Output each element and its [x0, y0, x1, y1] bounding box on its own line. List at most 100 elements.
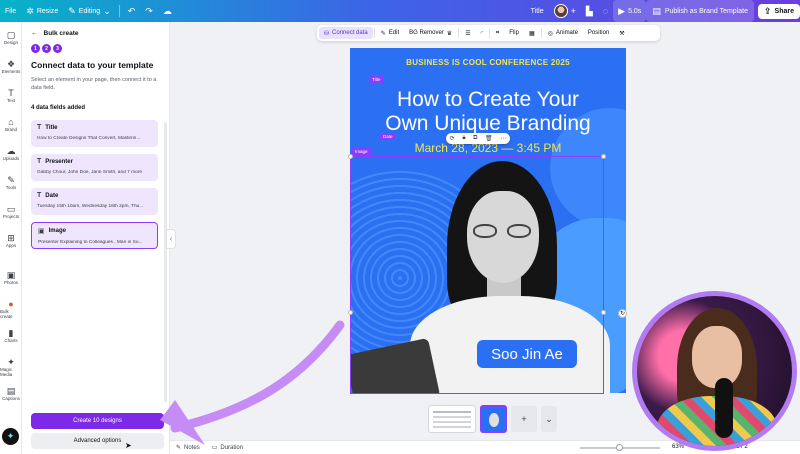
resize-handle[interactable]	[601, 154, 606, 159]
present-button[interactable]: ▶ 5.0s	[613, 0, 647, 22]
rail-item-uploads[interactable]: ☁ Uploads	[0, 146, 22, 161]
timer-icon: ▭	[211, 445, 218, 451]
resize-button[interactable]: ✲ Resize	[21, 0, 63, 22]
data-field-title[interactable]: T Title How to Create Designs That Conver…	[31, 120, 158, 147]
position-button[interactable]: Position	[583, 27, 614, 39]
refresh-icon[interactable]: ⟳	[450, 135, 455, 142]
publish-brand-template-button[interactable]: ▤ Publish as Brand Template	[646, 0, 754, 22]
edit-button[interactable]: ✎ Edit	[376, 27, 404, 39]
elements-icon: ❖	[6, 59, 16, 69]
data-field-presenter[interactable]: T Presenter Gabby Chour, John Doe, Jane S…	[31, 154, 158, 181]
user-avatar-group[interactable]: +	[549, 0, 581, 22]
advanced-options-button[interactable]: Advanced options	[31, 433, 164, 449]
rail-item-apps[interactable]: ⊞ Apps	[0, 233, 22, 248]
pencil-icon: ✎	[68, 5, 76, 16]
step-2: 2	[42, 44, 51, 53]
divider	[118, 5, 120, 17]
page-thumbnails: + ⌄	[428, 405, 557, 433]
rail-label: Charts	[4, 338, 18, 343]
add-page-button[interactable]: +	[511, 406, 537, 432]
connect-data-button[interactable]: ⛁ Connect data	[319, 27, 373, 39]
plus-icon: +	[521, 414, 527, 424]
left-rail: ▢ Design ❖ Elements T Text ⌂ Brand ☁ Uploads ✎ Tool…	[0, 22, 22, 454]
page-thumbnail-2[interactable]	[480, 405, 507, 433]
rail-item-bulk-create[interactable]: ● Bulk create	[0, 299, 22, 319]
editing-dropdown[interactable]: ✎ Editing ⌄	[63, 0, 116, 22]
rail-label: Brand	[4, 127, 17, 132]
conference-label[interactable]: BUSINESS IS COOL CONFERENCE 2025	[350, 58, 626, 67]
rail-item-brand[interactable]: ⌂ Brand	[0, 117, 22, 132]
field-sample: Tuesday 15th 10am, Wednesday 16th 2pm, T…	[37, 204, 144, 209]
edit-label: Edit	[388, 30, 400, 36]
resize-handle[interactable]	[601, 310, 606, 315]
rail-label: Captions	[2, 396, 20, 401]
resize-handle[interactable]	[348, 310, 353, 315]
editing-label: Editing	[78, 7, 101, 15]
file-label: File	[5, 7, 17, 15]
rail-item-tools[interactable]: ✎ Tools	[0, 175, 22, 190]
rail-item-projects[interactable]: ▭ Projects	[0, 204, 22, 219]
animate-button[interactable]: ◎ Animate	[543, 27, 583, 39]
duration-button[interactable]: ▭ Duration	[206, 444, 249, 452]
timer-label: 5.0s	[628, 7, 642, 15]
transparency-button[interactable]: ▦	[524, 27, 540, 39]
crop-button[interactable]: ⌗	[491, 27, 504, 39]
magic-assistant-button[interactable]: ✦	[2, 428, 19, 445]
panel-description: Select an element in your page, then con…	[31, 77, 157, 91]
rail-item-text[interactable]: T Text	[0, 88, 22, 103]
more-icon[interactable]: ⋯	[500, 135, 506, 142]
comments-button[interactable]: ◌	[598, 0, 613, 22]
rail-item-elements[interactable]: ❖ Elements	[0, 59, 22, 74]
bg-remover-button[interactable]: BG Remover ♛	[404, 27, 457, 39]
rail-item-design[interactable]: ▢ Design	[0, 30, 22, 45]
rotate-handle[interactable]: ↻	[618, 309, 627, 318]
back-arrow-icon[interactable]: ←	[31, 30, 38, 37]
rail-label: Tools	[5, 185, 17, 190]
flip-button[interactable]: Flip	[504, 27, 524, 39]
page-options-button[interactable]: ⌄	[541, 406, 557, 432]
share-button[interactable]: ⇪ Share	[757, 3, 800, 19]
create-designs-button[interactable]: Create 10 designs	[31, 413, 164, 429]
panel-header[interactable]: ← Bulk create	[31, 30, 79, 37]
border-style-button[interactable]: ☰	[460, 27, 475, 39]
file-menu[interactable]: File	[0, 0, 21, 22]
charts-icon: ▮	[8, 328, 14, 338]
mouse-cursor-icon: ➤	[125, 441, 132, 450]
trash-icon[interactable]: 🗑︎	[485, 135, 493, 142]
copy-style-button[interactable]: ⚒	[614, 27, 629, 39]
rail-item-captions[interactable]: ▤ Captions	[0, 386, 22, 401]
rail-item-magic-media[interactable]: ✦ Magic Media	[0, 357, 22, 377]
rail-item-charts[interactable]: ▮ Charts	[0, 328, 22, 343]
data-field-date[interactable]: T Date Tuesday 15th 10am, Wednesday 16th …	[31, 188, 158, 215]
image-selection-box[interactable]	[350, 156, 604, 394]
design-title-text[interactable]: How to Create Your Own Unique Branding	[350, 88, 626, 136]
rail-item-photos[interactable]: ▣ Photos	[0, 270, 22, 285]
insights-button[interactable]: ▙	[581, 0, 598, 22]
image-field-tag: Image	[352, 148, 371, 155]
photos-icon: ▣	[6, 270, 16, 280]
undo-button[interactable]: ↶	[123, 0, 141, 22]
microphone	[715, 378, 733, 438]
zoom-slider-thumb[interactable]	[616, 444, 623, 451]
position-label: Position	[587, 30, 610, 36]
webcam-face	[692, 326, 742, 388]
rail-label: Elements	[1, 69, 21, 74]
redo-button[interactable]: ↷	[140, 0, 158, 22]
save-status-button[interactable]: ☁	[158, 0, 177, 22]
panel-scrollbar[interactable]	[164, 122, 167, 402]
page-thumbnail-1[interactable]	[428, 405, 476, 433]
image-icon: ▣	[38, 228, 45, 235]
step-1: 1	[31, 44, 40, 53]
data-field-image[interactable]: ▣ Image Presenter Explaining to Colleague…	[31, 222, 158, 249]
step-indicator: 1 2 3	[31, 44, 62, 53]
design-title[interactable]: Title	[526, 0, 549, 22]
notes-button[interactable]: ✎ Notes	[170, 444, 206, 452]
collapse-panel-button[interactable]: ‹	[166, 229, 176, 249]
duplicate-icon[interactable]: ⧉	[473, 135, 477, 142]
resize-handle[interactable]	[348, 154, 353, 159]
lock-icon[interactable]: 🔒︎	[462, 135, 465, 142]
text-icon: T	[37, 158, 42, 165]
corner-rounding-button[interactable]: ◜	[476, 27, 488, 39]
resize-label: Resize	[36, 7, 59, 15]
rail-label: Bulk create	[0, 309, 13, 319]
